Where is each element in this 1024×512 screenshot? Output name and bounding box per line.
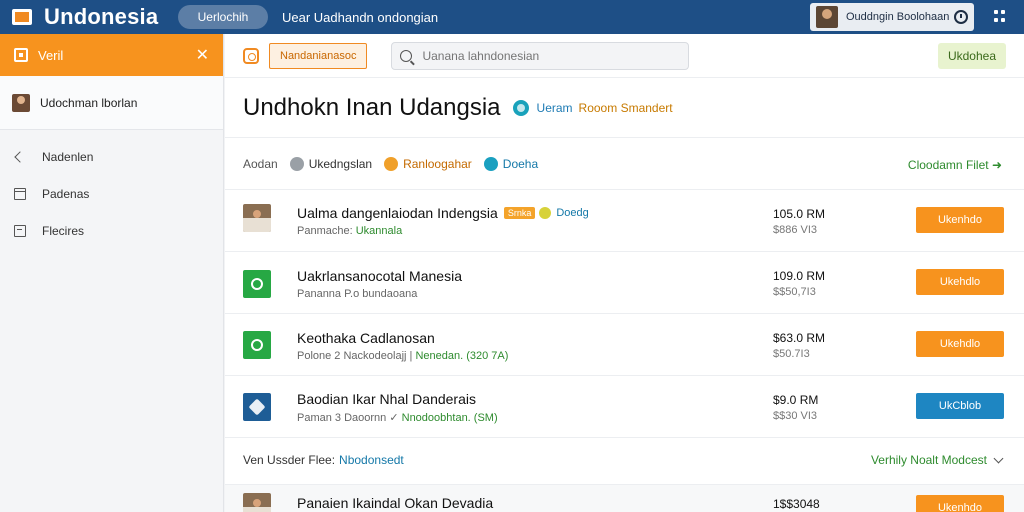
page-header: Undhokn Inan Udangsia Ueram Rooom Smande… (225, 78, 1024, 138)
sidebar-user[interactable]: Udochman lborlan (0, 76, 223, 130)
brand[interactable]: Undonesia (0, 4, 176, 30)
list-item-title: Uakrlansanocotal Manesia (297, 268, 462, 284)
sidebar-header: Veril ✕ (0, 34, 223, 76)
footer-label: Ven Ussder Flee: (243, 453, 336, 467)
price: 1$$3048 (773, 497, 820, 511)
list-item[interactable]: Keothaka Cadlanosan Polone 2 Nackodeolaj… (225, 314, 1024, 376)
sidebar-item-label: Padenas (42, 186, 90, 201)
sidebar-user-name: Udochman lborlan (40, 95, 138, 110)
search-box[interactable] (391, 41, 690, 70)
sidebar-header-label: Veril (38, 47, 64, 63)
list-item-title: Ualma dangenlaiodan Indengsia Srnka Doed… (297, 205, 589, 221)
list-item-title: Panaien Ikaindal Okan Devadia (297, 495, 494, 511)
price: 105.0 RM (773, 207, 826, 221)
main-content: Nandanianasoc Ukdohea Undhokn Inan Udang… (225, 34, 1024, 512)
apps-grid-icon[interactable] (994, 10, 1006, 22)
close-icon[interactable]: ✕ (196, 45, 209, 65)
link-icon (483, 156, 498, 171)
footer-dropdown[interactable]: Verhily Noalt Modcest (871, 453, 1004, 467)
page-title: Undhokn Inan Udangsia (243, 93, 501, 121)
list-item-subtitle: Panmache: Ukannala (297, 225, 403, 237)
filter-chip[interactable]: Ranloogahar (384, 156, 472, 171)
tag-icon (384, 156, 399, 171)
price-secondary: $50.7I3 (773, 348, 810, 360)
price: $63.0 RM (773, 331, 826, 345)
price-secondary: $886 VI3 (773, 224, 818, 236)
list-item-title: Keothaka Cadlanosan (297, 330, 435, 346)
download-file-link[interactable]: Cloodamn Filet ➜ (908, 158, 1002, 172)
sidebar-item-nadenlen[interactable]: Nadenlen (0, 138, 223, 175)
power-icon[interactable] (954, 10, 968, 24)
play-icon (289, 156, 304, 171)
list-footer: Ven Ussder Flee: Nbodonsedt Verhily Noal… (225, 438, 1024, 482)
info-badge-icon (512, 99, 529, 116)
toolbar: Nandanianasoc Ukdohea (225, 34, 1024, 78)
filter-label: Aodan (243, 156, 278, 171)
list-item-subtitle: Polone 2 Nackodeolajj | Nenedan. (320 7A… (297, 350, 509, 362)
top-bar: Undonesia Uerlochih Uear Uadhandn ondong… (0, 0, 1024, 34)
sidebar-item-flecires[interactable]: Flecires (0, 212, 223, 249)
list-item[interactable]: Uakrlansanocotal Manesia Pananna P.o bun… (225, 252, 1024, 314)
product-thumbnail (243, 204, 271, 232)
row-action-button[interactable]: Ukenhdo (916, 495, 1004, 512)
toolbar-right-button[interactable]: Ukdohea (937, 43, 1006, 69)
price-secondary: $$50,7I3 (773, 286, 816, 298)
user-name: Ouddngin Boolohaan (846, 11, 950, 23)
chevron-down-icon (993, 453, 1004, 463)
sidebar-nav: Nadenlen Padenas Flecires (0, 130, 223, 249)
row-action-button[interactable]: Ukehdlo (916, 331, 1004, 357)
price-secondary: $$30 VI3 (773, 410, 818, 422)
recycle-icon (243, 331, 271, 359)
list-item[interactable]: Ualma dangenlaiodan Indengsia Srnka Doed… (225, 190, 1024, 252)
status-badge: Srnka (503, 207, 536, 219)
filter-chip[interactable]: Doeha (483, 156, 538, 171)
toolbar-button[interactable]: Nandanianasoc (269, 42, 368, 69)
sidebar-item-padenas[interactable]: Padenas (0, 175, 223, 212)
price: $9.0 RM (773, 393, 819, 407)
row-action-button[interactable]: Ukehdlo (916, 269, 1004, 295)
row-action-button[interactable]: UkCblob (916, 393, 1004, 419)
list-item[interactable]: Panaien Ikaindal Okan Devadia 1$$3048 Uk… (225, 484, 1024, 512)
price: 109.0 RM (773, 269, 826, 283)
list-item-subtitle: Paman 3 Daoornn ✓ Nnodoobhtan. (SM) (297, 412, 498, 424)
target-icon[interactable] (243, 47, 259, 64)
footer-link[interactable]: Nbodonsedt (339, 453, 404, 467)
header-sub-text: Rooom Smandert (578, 100, 673, 115)
file-icon (14, 224, 26, 237)
sidebar: Veril ✕ Udochman lborlan Nadenlen Padena… (0, 34, 224, 512)
avatar (12, 93, 30, 112)
row-action-button[interactable]: Ukenhdo (916, 207, 1004, 233)
user-menu[interactable]: Ouddngin Boolohaan (810, 3, 974, 31)
star-icon (539, 207, 552, 219)
sidebar-item-label: Flecires (42, 223, 85, 238)
back-arrow-icon (14, 151, 26, 163)
search-icon (400, 49, 413, 62)
list-item-subtitle: Pananna P.o bundaoana (297, 288, 418, 300)
sidebar-item-label: Nadenlen (42, 149, 94, 164)
user-avatar (816, 6, 838, 28)
list-item[interactable]: Baodian Ikar Nhal Danderais Paman 3 Daoo… (225, 376, 1024, 438)
filter-chip[interactable]: Ukedngslan (289, 156, 372, 171)
box-icon (13, 187, 26, 200)
top-nav-link[interactable]: Uear Uadhandn ondongian (282, 10, 438, 25)
search-input[interactable] (422, 48, 673, 63)
brand-name: Undonesia (44, 4, 159, 29)
tag-link[interactable]: Doedg (556, 207, 588, 219)
product-thumbnail (243, 493, 271, 512)
list-item-title: Baodian Ikar Nhal Danderais (297, 391, 476, 407)
brand-logo-icon (12, 7, 34, 27)
header-sub-link[interactable]: Ueram (537, 101, 573, 115)
filter-bar: Aodan Ukedngslan Ranloogahar Doeha (225, 138, 1024, 190)
recycle-icon (243, 270, 271, 298)
settings-icon (243, 393, 271, 421)
top-pill-button[interactable]: Uerlochih (178, 5, 268, 29)
folder-icon (14, 48, 28, 62)
